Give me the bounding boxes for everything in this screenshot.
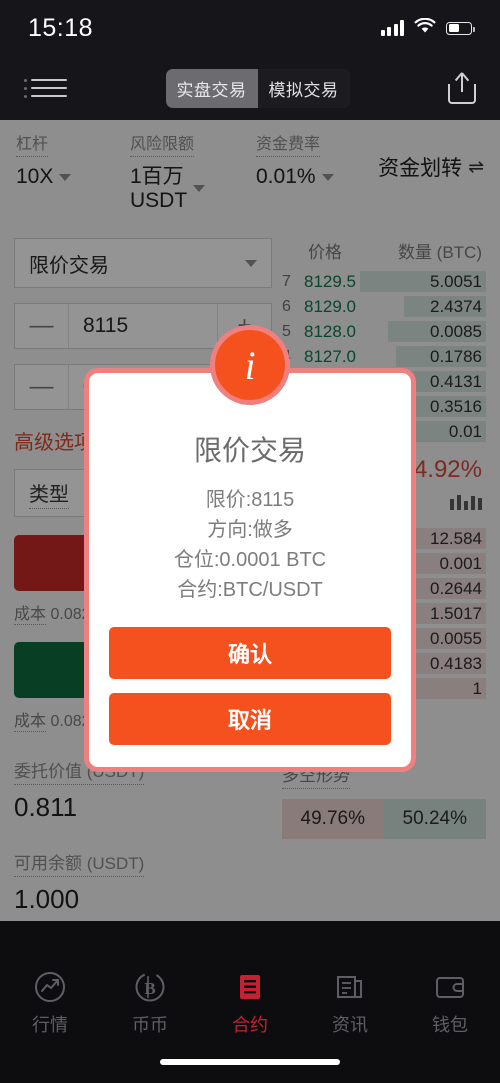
app-header: 实盘交易 模拟交易 — [0, 56, 500, 120]
status-bar-indicators — [380, 17, 475, 39]
order-book-row[interactable]: 48127.00.1786 — [282, 344, 486, 369]
dialog-limit-price: 限价:8115 — [205, 489, 295, 511]
wallet-icon — [433, 970, 467, 1004]
risk-limit-label: 风险限额 — [130, 130, 195, 157]
tab-合约[interactable]: 合约 — [200, 961, 300, 1045]
quantity-minus-button[interactable]: — — [15, 365, 69, 410]
chevron-down-icon — [193, 185, 206, 193]
list-menu-icon[interactable] — [24, 78, 67, 98]
buy-cost-label: 成本 — [14, 606, 47, 626]
home-indicator — [160, 1059, 340, 1065]
price-minus-button[interactable]: — — [15, 304, 69, 349]
signal-bars-icon — [380, 20, 404, 36]
cancel-button[interactable]: 取消 — [109, 693, 391, 745]
order-value-amount: 0.811 — [14, 792, 78, 823]
sentiment-long-value: 49.76% — [282, 799, 384, 840]
segment-real-trading[interactable]: 实盘交易 — [165, 68, 258, 108]
status-bar-clock: 15:18 — [28, 13, 94, 42]
fund-transfer-button[interactable]: 资金划转 ⇌ — [378, 130, 484, 182]
dialog-direction: 方向:做多 — [207, 519, 293, 541]
order-confirm-dialog: i 限价交易 限价:8115 方向:做多 仓位:0.0001 BTC 合约:BT… — [84, 325, 416, 772]
order-type-value: 限价交易 — [29, 254, 109, 277]
order-book-row-price: 8127.0 — [304, 346, 356, 366]
order-book-row-price: 8128.0 — [304, 321, 356, 341]
order-book-header: 价格 数量 (BTC) — [282, 238, 486, 263]
chevron-down-icon — [321, 173, 334, 181]
order-book-row-index: 5 — [282, 322, 291, 340]
order-book-price-header: 价格 — [308, 243, 342, 263]
sentiment-section: 多空形势 49.76% 50.24% — [282, 761, 486, 840]
order-book-row[interactable]: 5 8128.0 0.0085 — [282, 319, 486, 344]
dialog-title: 限价交易 — [193, 435, 306, 466]
leverage-label: 杠杆 — [16, 130, 49, 157]
order-book-row-index: 7 — [282, 272, 291, 290]
tab-钱包[interactable]: 钱包 — [400, 961, 500, 1045]
order-book-row-quantity: 2.4374 — [430, 296, 482, 316]
tab-label: 币币 — [132, 1014, 168, 1035]
transfer-arrows-icon: ⇌ — [468, 156, 484, 178]
tab-币币[interactable]: B 币币 — [100, 961, 200, 1045]
type-field-label: 类型 — [29, 478, 69, 509]
sentiment-short-value: 50.24% — [383, 799, 486, 840]
order-book-row[interactable]: 6 8129.0 2.4374 — [282, 294, 486, 319]
sell-cost-label: 成本 — [14, 713, 47, 733]
dialog-contract: 合约:BTC/USDT — [177, 579, 323, 601]
available-balance-label: 可用余额 (USDT) — [14, 849, 145, 878]
order-book-row[interactable]: 7 8129.5 5.0051 — [282, 269, 486, 294]
params-row: 杠杆 10X 风险限额 1百万 USDT 资金费率 0.01% 资金划转 ⇌ — [0, 120, 500, 225]
tab-label: 钱包 — [432, 1014, 468, 1035]
order-type-select[interactable]: 限价交易 — [14, 238, 272, 289]
segment-demo-trading[interactable]: 模拟交易 — [257, 68, 350, 108]
info-icon: i — [210, 325, 290, 405]
order-book-row-quantity: 0.0085 — [430, 321, 482, 341]
dialog-position: 仓位:0.0001 BTC — [173, 549, 327, 571]
tab-label: 资讯 — [332, 1014, 368, 1035]
order-book-row-quantity: 0.1786 — [430, 346, 482, 366]
sentiment-bar: 49.76% 50.24% — [282, 799, 486, 840]
funding-rate-param[interactable]: 资金费率 0.01% — [256, 130, 366, 189]
contract-icon — [233, 970, 267, 1004]
order-book-row-quantity: 5.0051 — [430, 271, 482, 291]
dialog-details: 限价:8115 方向:做多 仓位:0.0001 BTC 合约:BTC/USDT — [109, 485, 391, 605]
tab-label: 合约 — [232, 1014, 268, 1035]
funding-rate-label: 资金费率 — [256, 130, 321, 157]
fund-transfer-label: 资金划转 — [378, 157, 463, 180]
available-balance-stat: 可用余额 (USDT) 1.000 — [14, 849, 272, 915]
battery-icon — [446, 21, 475, 35]
bottom-tab-bar: 行情 B 币币 合约 资讯 钱包 — [0, 961, 500, 1083]
order-book-row-price: 8129.0 — [304, 296, 356, 316]
risk-limit-value-line2: USDT — [130, 188, 188, 212]
leverage-value: 10X — [16, 165, 54, 188]
chevron-down-icon — [59, 173, 72, 181]
risk-limit-value-line1: 1百万 — [130, 165, 184, 188]
leverage-param[interactable]: 杠杆 10X — [16, 130, 126, 189]
bitcoin-exchange-icon: B — [133, 970, 167, 1004]
order-book-row-index: 6 — [282, 297, 291, 315]
share-icon[interactable] — [448, 72, 476, 104]
available-balance-amount: 1.000 — [14, 884, 80, 915]
tab-label: 行情 — [32, 1014, 68, 1035]
confirm-button[interactable]: 确认 — [109, 627, 391, 679]
order-book-quantity-header: 数量 (BTC) — [397, 243, 482, 263]
chevron-down-icon — [245, 259, 257, 267]
tab-行情[interactable]: 行情 — [0, 961, 100, 1045]
funding-rate-value: 0.01% — [256, 165, 316, 188]
price-input[interactable]: 8115 — [69, 304, 217, 348]
market-trend-icon — [33, 970, 67, 1004]
wifi-icon — [414, 17, 436, 39]
risk-limit-param[interactable]: 风险限额 1百万 USDT — [130, 130, 252, 212]
tab-资讯[interactable]: 资讯 — [300, 961, 400, 1045]
trading-mode-segmented-control[interactable]: 实盘交易 模拟交易 — [165, 68, 350, 108]
status-bar: 15:18 — [0, 0, 500, 56]
news-icon — [333, 970, 367, 1004]
svg-text:B: B — [144, 979, 155, 998]
